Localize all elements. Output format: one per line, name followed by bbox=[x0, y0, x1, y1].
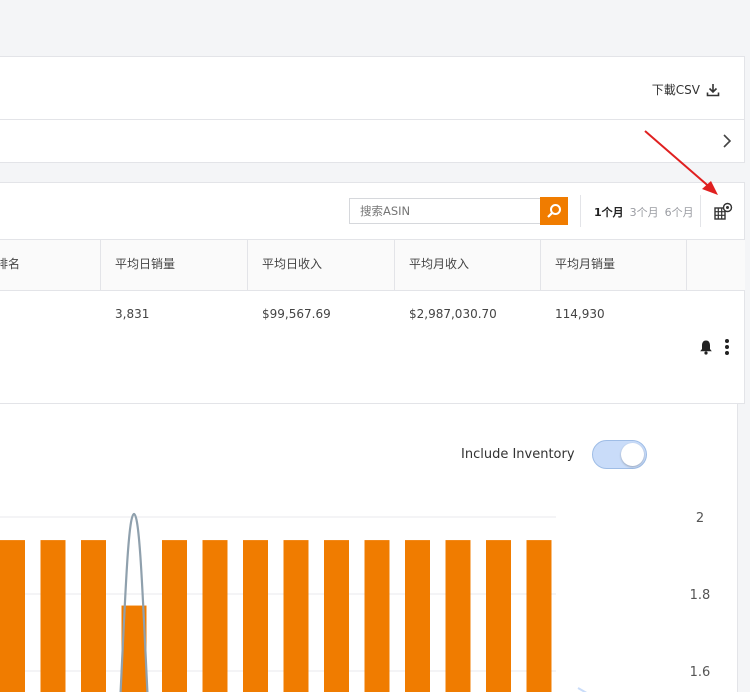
chart-line-segment bbox=[577, 687, 588, 692]
chart-bar bbox=[445, 540, 471, 692]
expand-row[interactable] bbox=[0, 119, 745, 163]
grid-settings-icon[interactable] bbox=[713, 202, 733, 222]
table-header: 排名 平均日销量 平均日收入 平均月收入 平均月销量 bbox=[0, 239, 745, 291]
y-axis-tick-label: 2 bbox=[696, 511, 704, 526]
chart-panel: 2 1.8 1.6 Include Inventory bbox=[0, 403, 738, 692]
chart-bar bbox=[283, 540, 309, 692]
y-axis-tick-label: 1.6 bbox=[690, 665, 711, 680]
cell-avg-daily-sales: 3,831 bbox=[115, 307, 150, 321]
chart-bar bbox=[324, 540, 349, 692]
y-axis-tick-label: 1.8 bbox=[690, 588, 711, 603]
column-header-avg-daily-sales[interactable]: 平均日销量 bbox=[101, 240, 248, 291]
download-csv-label: 下載CSV bbox=[651, 83, 700, 97]
divider bbox=[580, 195, 581, 227]
products-table-panel: 1个月 3个月 6个月 排名 平均日销量 平均日收入 平均月收入 平均月销量 3… bbox=[0, 182, 745, 404]
more-vertical-icon[interactable] bbox=[724, 338, 730, 356]
include-inventory-toggle[interactable] bbox=[592, 440, 647, 469]
chart-bar bbox=[202, 540, 228, 692]
column-header-rank[interactable]: 排名 bbox=[0, 240, 101, 291]
chart-bar bbox=[405, 540, 430, 692]
search-icon bbox=[547, 204, 561, 218]
column-header-avg-monthly-sales[interactable]: 平均月销量 bbox=[541, 240, 687, 291]
column-header-avg-daily-revenue[interactable]: 平均日收入 bbox=[248, 240, 395, 291]
chart-bar bbox=[243, 540, 268, 692]
range-6-months[interactable]: 6个月 bbox=[665, 204, 694, 220]
column-header-avg-monthly-revenue[interactable]: 平均月收入 bbox=[395, 240, 541, 291]
include-inventory-label: Include Inventory bbox=[461, 447, 575, 462]
divider bbox=[700, 195, 701, 227]
cell-avg-daily-revenue: $99,567.69 bbox=[262, 307, 331, 321]
time-range-selector: 1个月 3个月 6个月 bbox=[594, 204, 694, 220]
chart-bar bbox=[162, 540, 187, 692]
chart-bar bbox=[40, 540, 66, 692]
search-button[interactable] bbox=[540, 197, 568, 225]
chart-bar bbox=[81, 540, 106, 692]
download-panel: 下載CSV bbox=[0, 56, 745, 120]
cell-avg-monthly-revenue: $2,987,030.70 bbox=[409, 307, 497, 321]
chart-bar bbox=[364, 540, 390, 692]
chevron-right-icon[interactable] bbox=[720, 133, 734, 149]
range-3-months[interactable]: 3个月 bbox=[630, 204, 659, 220]
download-icon bbox=[706, 83, 720, 96]
chart-bar bbox=[0, 540, 25, 692]
cell-avg-monthly-sales: 114,930 bbox=[555, 307, 605, 321]
bell-icon[interactable] bbox=[699, 339, 713, 355]
chart-bar bbox=[526, 540, 552, 692]
toggle-knob bbox=[621, 443, 644, 466]
table-row[interactable]: 3,831 $99,567.69 $2,987,030.70 114,930 bbox=[0, 291, 745, 404]
search-asin-input[interactable] bbox=[349, 198, 540, 224]
range-1-month[interactable]: 1个月 bbox=[594, 204, 624, 220]
chart-bar bbox=[486, 540, 511, 692]
download-csv-button[interactable]: 下載CSV bbox=[652, 81, 720, 98]
